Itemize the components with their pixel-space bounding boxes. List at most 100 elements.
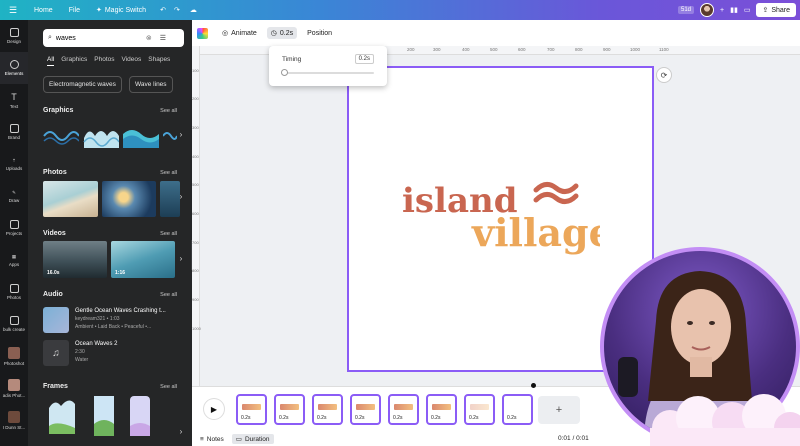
graphics-heading: Graphics xyxy=(43,107,74,114)
color-picker[interactable] xyxy=(197,27,208,39)
rail-design[interactable]: Design xyxy=(0,20,28,52)
timing-slider-track[interactable] xyxy=(283,72,374,74)
wave-graphic[interactable] xyxy=(83,124,119,148)
video-thumbnail[interactable]: 16.0s xyxy=(43,241,107,278)
page-thumbnail[interactable]: 0.2s xyxy=(388,394,419,425)
beach-photo[interactable] xyxy=(43,181,98,217)
tab-photos[interactable]: Photos xyxy=(94,56,114,66)
refresh-animation-icon[interactable]: ⟳ xyxy=(656,67,672,83)
rail-projects[interactable]: Projects xyxy=(0,212,28,244)
share-button[interactable]: ⇪ Share xyxy=(756,3,796,17)
audio-see-all[interactable]: See all xyxy=(160,292,177,298)
page-preview xyxy=(280,404,299,410)
filter-icon[interactable]: ☰ xyxy=(160,34,166,42)
app-thumbnail xyxy=(8,378,20,391)
home-link[interactable]: Home xyxy=(34,7,53,14)
graphics-see-all[interactable]: See all xyxy=(160,108,177,114)
duration-toggle[interactable]: ▭ Duration xyxy=(231,434,274,444)
rail-uploads[interactable]: ⇡ Uploads xyxy=(0,148,28,180)
audio-item[interactable]: Gentle Ocean Waves Crashing t... keydrea… xyxy=(43,307,166,333)
rail-brand[interactable]: Brand xyxy=(0,116,28,148)
rail-draw[interactable]: ✎ Draw xyxy=(0,180,28,212)
rail-bulk-create[interactable]: bulk create xyxy=(0,308,28,340)
wave-graphic[interactable] xyxy=(163,124,177,148)
photos-next-arrow[interactable]: › xyxy=(176,192,186,204)
search-box[interactable]: ⌕ ⊗ ☰ xyxy=(43,29,184,47)
redo-button[interactable]: ↷ xyxy=(174,6,180,14)
shapes-icon xyxy=(9,60,19,69)
rail-app-3[interactable]: I Dunn St... xyxy=(0,404,28,436)
rail-photos[interactable]: Photos xyxy=(0,276,28,308)
tab-videos[interactable]: Videos xyxy=(122,56,142,66)
timing-value-input[interactable]: 0.2s xyxy=(354,54,374,64)
play-button[interactable]: ▶ xyxy=(204,399,224,419)
rail-apps[interactable]: ▦ Apps xyxy=(0,244,28,276)
tab-all[interactable]: All xyxy=(47,56,55,66)
frame-thumbnail[interactable] xyxy=(93,394,115,438)
tab-graphics[interactable]: Graphics xyxy=(61,56,87,66)
rail-elements[interactable]: Elements xyxy=(0,52,28,84)
page-thumbnail[interactable]: 0.2s xyxy=(236,394,267,425)
island-village-logo[interactable]: island village xyxy=(400,176,600,256)
page-thumbnail[interactable]: 0.2s xyxy=(350,394,381,425)
page-preview xyxy=(318,404,337,410)
ruler-tick: 500 xyxy=(192,182,199,187)
rail-photoshot[interactable]: Photoshot xyxy=(0,340,28,372)
frame-thumbnail[interactable] xyxy=(129,394,151,438)
chip-electromagnetic-waves[interactable]: Electromagnetic waves xyxy=(43,76,122,93)
page-thumbnail[interactable]: 0.2s xyxy=(464,394,495,425)
comment-icon[interactable]: ▭ xyxy=(744,6,751,14)
notes-button[interactable]: ≡ Notes xyxy=(200,436,224,443)
rail-label: Elements xyxy=(4,71,24,76)
analytics-icon[interactable]: ▮▮ xyxy=(730,6,738,14)
ruler-tick: 900 xyxy=(192,297,199,302)
film-icon: ▭ xyxy=(235,436,242,443)
duration-button[interactable]: ◷ 0.2s xyxy=(266,27,298,39)
frame-thumbnail[interactable] xyxy=(45,394,79,438)
animate-button[interactable]: ◎ Animate xyxy=(218,27,261,39)
frames-next-arrow[interactable]: › xyxy=(176,427,186,439)
video-thumbnail[interactable]: 1:16 xyxy=(111,241,175,278)
position-button[interactable]: Position xyxy=(303,28,336,39)
apps-icon: ▦ xyxy=(11,253,17,259)
menu-icon[interactable]: ☰ xyxy=(0,5,26,16)
add-page-button[interactable]: + xyxy=(538,396,580,424)
layout-icon xyxy=(9,28,19,37)
videos-see-all[interactable]: See all xyxy=(160,231,177,237)
bulk-icon xyxy=(9,316,19,325)
avatar[interactable] xyxy=(700,3,714,17)
page-thumbnail[interactable]: 0.2s xyxy=(502,394,533,425)
cloud-sync-icon[interactable]: ☁ xyxy=(190,6,197,14)
ruler-tick: 500 xyxy=(490,47,498,52)
timeline-playhead[interactable] xyxy=(531,383,536,388)
wave-graphic[interactable] xyxy=(43,124,79,148)
frames-heading: Frames xyxy=(43,383,68,390)
graphics-next-arrow[interactable]: › xyxy=(176,130,186,142)
rail-text[interactable]: T Text xyxy=(0,84,28,116)
chip-wave-lines[interactable]: Wave lines xyxy=(129,76,173,93)
photos-see-all[interactable]: See all xyxy=(160,170,177,176)
cloud-decoration xyxy=(650,394,800,446)
top-bar: ☰ Home File ✦ Magic Switch ↶ ↷ ☁ 51d + ▮… xyxy=(0,0,800,20)
rail-label: I Dunn St... xyxy=(2,424,26,430)
wave-tunnel-photo[interactable] xyxy=(102,181,156,217)
tab-shapes[interactable]: Shapes xyxy=(148,56,170,66)
clear-icon[interactable]: ⊗ xyxy=(146,34,152,42)
frames-see-all[interactable]: See all xyxy=(160,384,177,390)
videos-next-arrow[interactable]: › xyxy=(176,254,186,266)
page-thumbnail[interactable]: 0.2s xyxy=(274,394,305,425)
search-input[interactable] xyxy=(55,34,142,42)
magic-switch-button[interactable]: ✦ Magic Switch xyxy=(96,6,146,15)
page-duration: 0.2s xyxy=(506,415,518,421)
rail-app-2[interactable]: adis Phot... xyxy=(0,372,28,404)
ruler-tick: 200 xyxy=(192,96,199,101)
undo-button[interactable]: ↶ xyxy=(160,6,166,14)
audio-item[interactable]: ♫ Ocean Waves 2 2:30 Water xyxy=(43,340,117,366)
page-thumbnail[interactable]: 0.2s xyxy=(312,394,343,425)
ruler-tick: 1000 xyxy=(630,47,641,52)
timing-slider-knob[interactable] xyxy=(281,69,288,76)
file-menu[interactable]: File xyxy=(69,7,80,14)
page-thumbnail[interactable]: 0.2s xyxy=(426,394,457,425)
wave-graphic[interactable] xyxy=(123,124,159,148)
add-collaborator-icon[interactable]: + xyxy=(720,7,724,14)
